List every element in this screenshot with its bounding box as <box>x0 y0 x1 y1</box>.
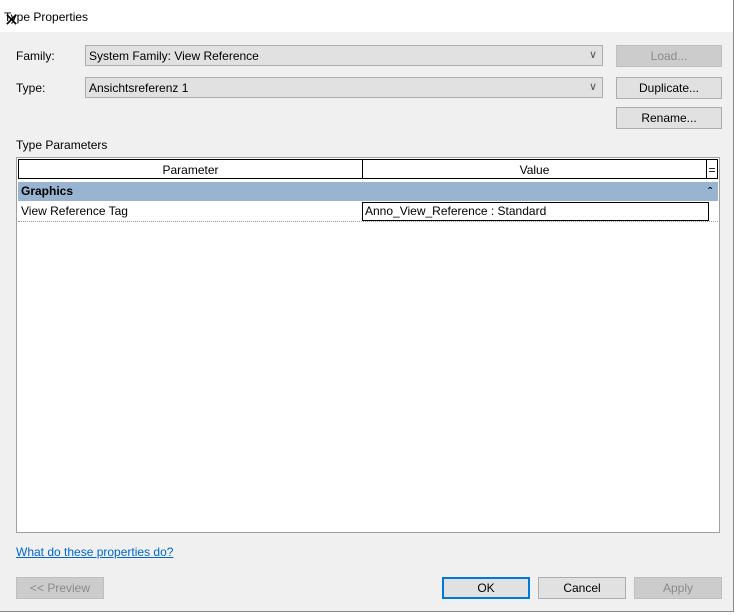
load-button[interactable]: Load... <box>616 45 722 67</box>
group-graphics[interactable]: Graphics ˆ <box>18 182 718 201</box>
parameters-table: Parameter Value = Graphics ˆ View Refere… <box>16 157 720 533</box>
duplicate-button[interactable]: Duplicate... <box>616 77 722 99</box>
type-dropdown[interactable]: Ansichtsreferenz 1 ∨ <box>85 77 603 98</box>
family-label: Family: <box>16 49 55 63</box>
table-row: View Reference Tag Anno_View_Reference :… <box>18 202 718 222</box>
header-value[interactable]: Value <box>362 159 707 179</box>
header-parameter[interactable]: Parameter <box>18 159 363 179</box>
group-name: Graphics <box>21 184 74 198</box>
chevron-down-icon: ∨ <box>588 49 597 61</box>
ok-button[interactable]: OK <box>442 577 530 599</box>
column-menu-button[interactable]: = <box>706 159 718 179</box>
family-value: System Family: View Reference <box>89 49 259 63</box>
rename-button[interactable]: Rename... <box>616 107 722 129</box>
help-link[interactable]: What do these properties do? <box>16 545 173 559</box>
type-value: Ansichtsreferenz 1 <box>89 81 189 95</box>
close-icon[interactable]: ✕ <box>4 10 725 31</box>
parameter-name: View Reference Tag <box>21 204 128 218</box>
parameter-value-field[interactable]: Anno_View_Reference : Standard <box>362 202 709 221</box>
apply-button[interactable]: Apply <box>634 577 722 599</box>
type-label: Type: <box>16 81 46 95</box>
collapse-icon[interactable]: ˆ <box>708 183 712 202</box>
type-properties-dialog: Type Properties ✕ Family: System Family:… <box>0 0 734 612</box>
type-parameters-label: Type Parameters <box>16 138 108 152</box>
title-bar: Type Properties ✕ <box>0 0 733 32</box>
chevron-down-icon: ∨ <box>588 81 597 93</box>
cancel-button[interactable]: Cancel <box>538 577 626 599</box>
family-dropdown[interactable]: System Family: View Reference ∨ <box>85 45 603 66</box>
preview-button[interactable]: << Preview <box>16 577 104 599</box>
